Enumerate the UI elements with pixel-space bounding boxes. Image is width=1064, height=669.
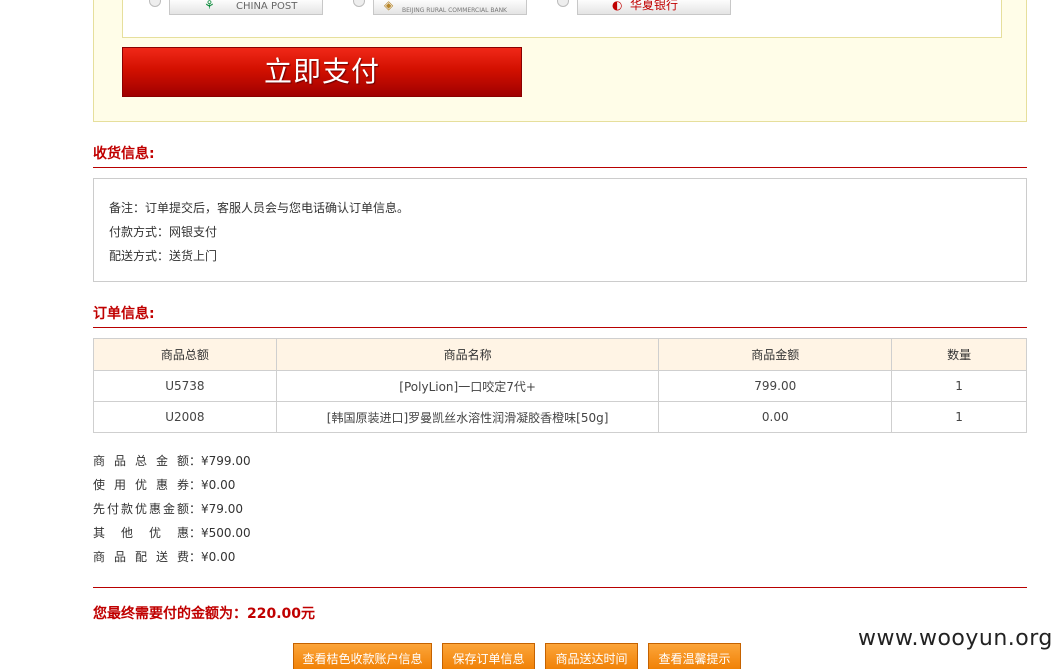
summary-coupon: 使用优惠券：¥0.00 — [93, 478, 236, 492]
order-info-title: 订单信息: — [93, 306, 155, 322]
summary-value: ¥799.00 — [201, 454, 251, 468]
china-post-icon: ⚘ — [204, 0, 215, 12]
shipping-info-title: 收货信息: — [93, 146, 155, 162]
summary-value: ¥500.00 — [201, 526, 251, 540]
section-divider — [93, 327, 1027, 328]
summary-other-discount: 其他优惠：¥500.00 — [93, 526, 251, 540]
section-divider — [93, 587, 1027, 588]
table-row: U5738 [PolyLion]一口咬定7代+ 799.00 1 — [93, 370, 1027, 402]
bank-name: CHINA POST — [236, 1, 298, 12]
summary-label: 商品总金额 — [93, 454, 189, 468]
beijing-rural-bank-logo[interactable]: ◈ BEIJING RURAL COMMERCIAL BANK — [373, 0, 527, 15]
table-cell: 1 — [891, 370, 1027, 402]
table-cell: [韩国原装进口]罗曼凯丝水溶性润滑凝胶香橙味[50g] — [275, 401, 660, 433]
china-post-logo[interactable]: ⚘ CHINA POST — [169, 0, 323, 15]
delivery-time-button[interactable]: 商品送达时间 — [545, 643, 638, 669]
summary-label: 其他优惠 — [93, 526, 189, 540]
payment-panel: ⚘ CHINA POST ◈ BEIJING RURAL COMMERCIAL … — [93, 0, 1027, 122]
huaxia-bank-icon: ◐ — [612, 0, 623, 12]
beijing-rural-bank-icon: ◈ — [384, 0, 394, 12]
bank-selection-box: ⚘ CHINA POST ◈ BEIJING RURAL COMMERCIAL … — [122, 0, 1002, 38]
final-amount: 您最终需要付的金额为：220.00元 — [93, 606, 316, 622]
bank-name: 华夏银行 — [630, 0, 679, 12]
view-account-info-button[interactable]: 查看桔色收款账户信息 — [293, 643, 432, 669]
table-row: U2008 [韩国原装进口]罗曼凯丝水溶性润滑凝胶香橙味[50g] 0.00 1 — [93, 401, 1027, 433]
table-cell: U5738 — [93, 370, 277, 402]
column-header: 数量 — [891, 338, 1027, 371]
section-divider — [93, 167, 1027, 168]
summary-value: ¥0.00 — [201, 478, 236, 492]
save-order-button[interactable]: 保存订单信息 — [442, 643, 535, 669]
summary-value: ¥0.00 — [201, 550, 236, 564]
column-header: 商品名称 — [275, 338, 660, 371]
delivery-method: 配送方式：送货上门 — [109, 249, 218, 263]
summary-label: 商品配送费 — [93, 550, 189, 564]
table-cell: 0.00 — [658, 401, 893, 433]
summary-label: 使用优惠券 — [93, 478, 189, 492]
order-table: 商品总额 商品名称 商品金额 数量 U5738 [PolyLion]一口咬定7代… — [93, 338, 1027, 433]
huaxia-bank-logo[interactable]: ◐ 华夏银行 — [577, 0, 731, 15]
bank-radio-huaxia[interactable] — [557, 0, 569, 7]
bank-name: BEIJING RURAL COMMERCIAL BANK — [402, 7, 507, 14]
table-header-row: 商品总额 商品名称 商品金额 数量 — [93, 338, 1027, 371]
table-cell: U2008 — [93, 401, 277, 433]
summary-total-amount: 商品总金额：¥799.00 — [93, 454, 251, 468]
order-note: 备注：订单提交后，客服人员会与您电话确认订单信息。 — [109, 201, 410, 215]
bank-radio-beijing-rural[interactable] — [353, 0, 365, 7]
summary-value: ¥79.00 — [201, 502, 244, 516]
summary-prepay-discount: 先付款优惠金额：¥79.00 — [93, 502, 244, 516]
column-header: 商品总额 — [93, 338, 277, 371]
column-header: 商品金额 — [658, 338, 893, 371]
table-cell: 1 — [891, 401, 1027, 433]
watermark: www.wooyun.org — [858, 626, 1053, 651]
view-tips-button[interactable]: 查看温馨提示 — [648, 643, 741, 669]
bank-radio-china-post[interactable] — [149, 0, 161, 7]
table-cell: 799.00 — [658, 370, 893, 402]
payment-method: 付款方式：网银支付 — [109, 225, 218, 239]
shipping-info-box: 备注：订单提交后，客服人员会与您电话确认订单信息。 付款方式：网银支付 配送方式… — [93, 178, 1027, 282]
summary-label: 先付款优惠金额 — [93, 502, 189, 516]
summary-shipping-fee: 商品配送费：¥0.00 — [93, 550, 236, 564]
table-cell: [PolyLion]一口咬定7代+ — [275, 370, 660, 402]
pay-now-button[interactable]: 立即支付 — [122, 47, 522, 97]
